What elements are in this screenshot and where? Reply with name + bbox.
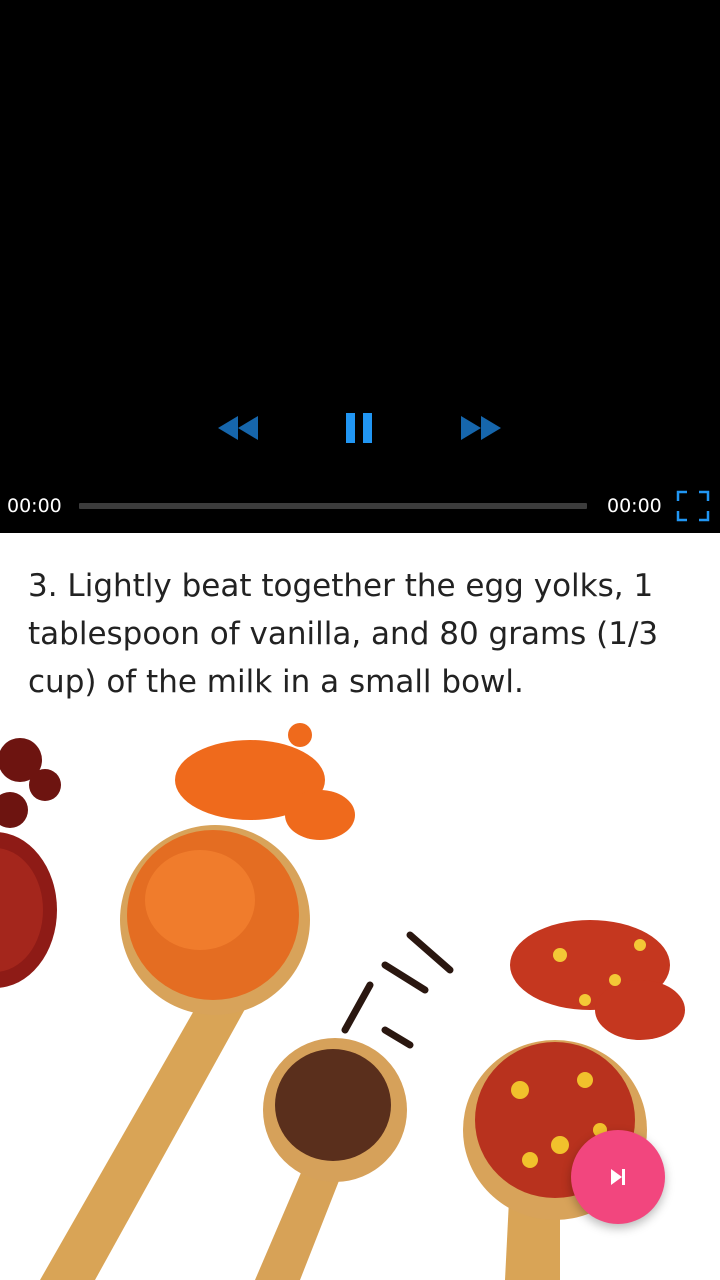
skip-next-icon (611, 1169, 625, 1185)
pause-icon (346, 413, 372, 443)
fast-forward-icon (461, 416, 501, 440)
fullscreen-icon (676, 490, 710, 522)
seek-bar[interactable] (79, 503, 587, 509)
rewind-button[interactable] (206, 404, 270, 452)
total-time: 00:00 (607, 495, 662, 517)
seek-bar-row: 00:00 00:00 (0, 484, 720, 528)
transport-controls (0, 404, 720, 452)
video-player[interactable]: 00:00 00:00 (0, 0, 720, 533)
video-surface[interactable] (0, 0, 720, 470)
fullscreen-button[interactable] (673, 488, 713, 524)
pause-button[interactable] (327, 404, 391, 452)
next-step-button[interactable] (571, 1130, 665, 1224)
rewind-icon (218, 416, 258, 440)
step-instruction: 3. Lightly beat together the egg yolks, … (28, 568, 659, 700)
current-time: 00:00 (7, 495, 62, 517)
fast-forward-button[interactable] (449, 404, 513, 452)
recipe-step-screen: 00:00 00:00 3. Lightly beat together the… (0, 0, 720, 1280)
